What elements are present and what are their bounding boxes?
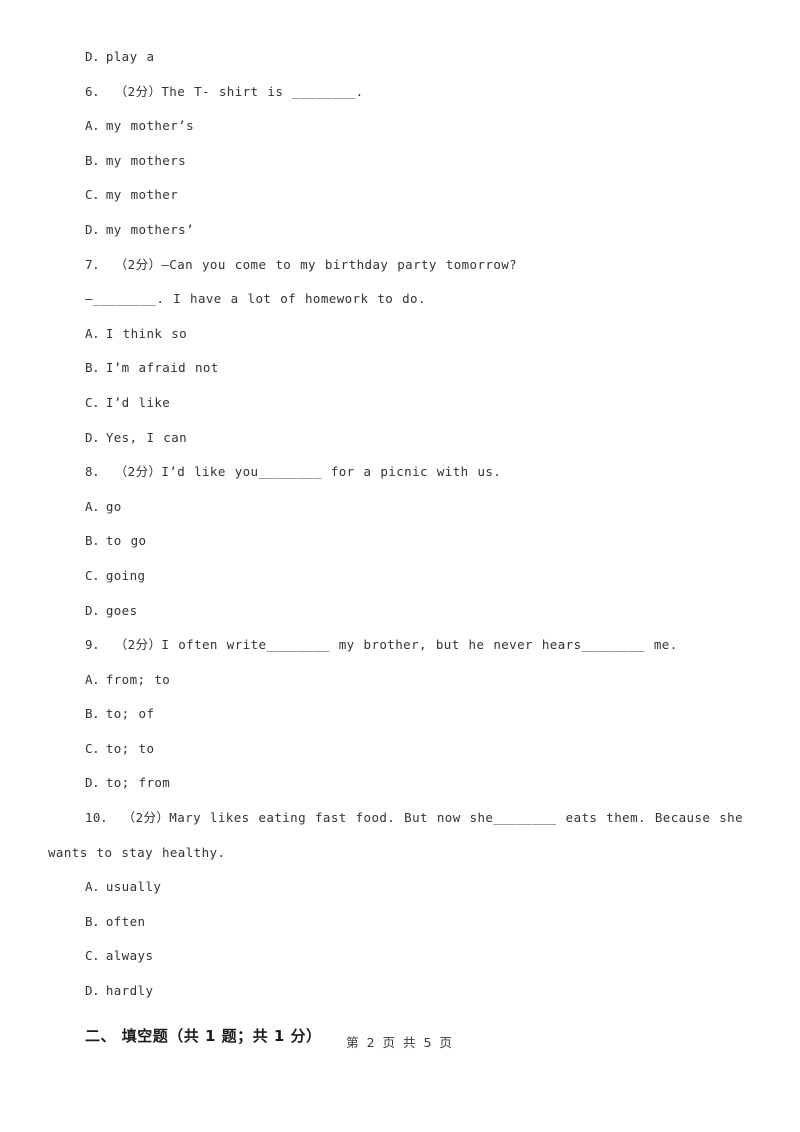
question-stem: —________. I have a lot of homework to d… <box>85 291 426 307</box>
answer-option: A．I think so <box>85 325 188 341</box>
answer-option: B．to; of <box>85 706 155 722</box>
page-footer: 第 2 页 共 5 页 <box>346 1035 454 1050</box>
question-stem: 8． （2分）I’d like you________ for a picnic… <box>85 464 502 480</box>
answer-option: D．to; from <box>85 775 171 791</box>
answer-option: C．my mother <box>85 187 179 203</box>
question-stem: 6． （2分）The T- shirt is ________. <box>85 83 364 99</box>
answer-option: D．my mothers’ <box>85 221 195 237</box>
answer-option: B．often <box>85 913 146 929</box>
exam-page: D．play a 6． （2分）The T- shirt is ________.… <box>0 0 800 1132</box>
question-stem: 7． （2分）—Can you come to my birthday part… <box>85 256 518 272</box>
answer-option: D．hardly <box>85 983 154 999</box>
answer-option: B．my mothers <box>85 152 187 168</box>
answer-option: C．to; to <box>85 740 155 756</box>
answer-option: D．goes <box>85 602 138 618</box>
answer-option: B．I’m afraid not <box>85 360 219 376</box>
answer-option: C．going <box>85 567 146 583</box>
answer-option: A．my mother’s <box>85 118 195 134</box>
answer-option: A．from; to <box>85 671 171 687</box>
answer-option: B．to go <box>85 533 147 549</box>
answer-option: C．I’d like <box>85 394 171 410</box>
exam-body: D．play a 6． （2分）The T- shirt is ________.… <box>48 40 752 1051</box>
question-stem: 9． （2分）I often write________ my brother,… <box>85 637 678 653</box>
answer-option: A．usually <box>85 879 162 895</box>
answer-option: A．go <box>85 498 122 514</box>
question-list: D．play a 6． （2分）The T- shirt is ________.… <box>48 40 752 1009</box>
answer-option: D．play a <box>85 49 155 64</box>
answer-option: C．always <box>85 948 154 964</box>
question-stem: 10． （2分）Mary likes eating fast food. But… <box>48 810 752 860</box>
answer-option: D．Yes, I can <box>85 429 188 445</box>
